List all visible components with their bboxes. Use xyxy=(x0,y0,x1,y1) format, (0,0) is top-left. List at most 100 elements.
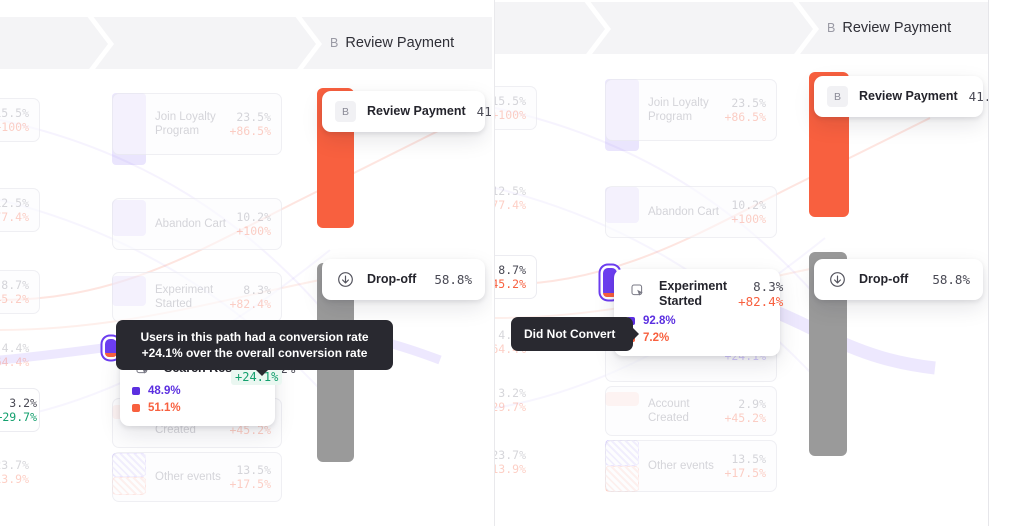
tooltip-tail-icon xyxy=(255,369,269,376)
faded-bar xyxy=(605,187,639,223)
faded-node-delta: +17.5% xyxy=(229,477,271,491)
faded-bar xyxy=(112,93,146,165)
breadcrumb-item-review-payment[interactable]: B Review Payment xyxy=(330,35,454,51)
tooltip-tail-icon xyxy=(632,327,639,341)
legend-item: 51.1% xyxy=(132,402,263,414)
breadcrumb-step-badge: B xyxy=(827,21,836,35)
faded-node-pct: 15.5% xyxy=(494,94,526,108)
faded-node-values: 15.5% +100% xyxy=(0,106,29,134)
faded-node-label: Other events xyxy=(648,460,714,472)
faded-node-card: Abandon Cart 10.2% +100% xyxy=(605,186,777,238)
popover-pct: 41.2% xyxy=(476,104,492,119)
faded-node-values: 10.2% +100% xyxy=(236,210,271,238)
legend-value: 51.1% xyxy=(148,402,181,414)
legend-value: 7.2% xyxy=(643,332,670,344)
faded-node-values: 13.5% +17.5% xyxy=(229,463,271,491)
faded-bar-hatched xyxy=(605,440,639,466)
faded-node-values: 13.5% +17.5% xyxy=(724,452,766,480)
legend-value: 92.8% xyxy=(643,315,676,327)
popover-pct: 58.8% xyxy=(434,272,472,287)
faded-node-values: 4.4% +64.4% xyxy=(0,341,29,369)
funnel-panel-right: …rt 15.5% +100% 12.5% +77.4% 8.7% +45.2% xyxy=(494,0,988,526)
faded-node-pct: 8.3% xyxy=(243,283,271,297)
faded-node-card: Other events 13.5% +17.5% xyxy=(112,452,282,502)
popover-title: Experiment Started xyxy=(659,279,728,308)
faded-node-delta: +77.4% xyxy=(0,210,29,224)
faded-node-pct: 3.2% xyxy=(498,386,526,400)
popover-review-payment[interactable]: B Review Payment 41.2% xyxy=(322,91,492,132)
faded-bar xyxy=(605,79,639,151)
faded-node-pct: 3.2% xyxy=(9,396,37,410)
popover-pct: 58.8% xyxy=(932,272,970,287)
faded-node-pct: 10.2% xyxy=(731,198,766,212)
faded-node-label: Join Loyalty Program xyxy=(155,111,216,137)
popover-drop-off[interactable]: Drop-off 58.8% xyxy=(322,259,485,300)
faded-bar xyxy=(112,276,146,306)
faded-node-delta: +45.2% xyxy=(724,411,766,425)
faded-node-values: 3.2% +29.7% xyxy=(495,386,526,414)
faded-node-pct: 10.2% xyxy=(236,210,271,224)
faded-node-values: 23.5% +86.5% xyxy=(724,96,766,124)
faded-node-card: …ge 4.4% +64.4% xyxy=(0,333,40,377)
popover-title: Drop-off xyxy=(367,272,417,286)
popover-pct: 41.2% xyxy=(968,89,988,104)
faded-node-card: Abandon Cart 10.2% +100% xyxy=(112,198,282,250)
faded-node-values: 3.2% +29.7% xyxy=(0,396,37,424)
popover-legend: 92.8% 7.2% xyxy=(627,315,767,344)
faded-node-card: Join Loyalty Program 23.5% +86.5% xyxy=(605,79,777,141)
faded-node-pct: 13.5% xyxy=(731,452,766,466)
popover-title: Review Payment xyxy=(367,104,466,118)
popover-legend: 48.9% 51.1% xyxy=(132,385,263,414)
faded-node-pct: 8.7% xyxy=(498,263,526,277)
faded-node-pct: 23.7% xyxy=(494,448,526,462)
faded-node-pct: 8.7% xyxy=(1,278,29,292)
chevron-divider-icon xyxy=(577,2,611,54)
popover-experiment-started[interactable]: Experiment Started 8.3% +82.4% 92.8% 7.2… xyxy=(614,269,783,356)
faded-node-values: 10.2% +100% xyxy=(731,198,766,226)
faded-node-values: 23.5% +86.5% xyxy=(229,110,271,138)
popover-values: 8.3% +82.4% xyxy=(738,279,783,309)
faded-node-pct: 12.5% xyxy=(0,196,29,210)
breadcrumb-step-badge: B xyxy=(330,36,339,50)
faded-node-values: 23.7% +13.9% xyxy=(0,458,29,486)
faded-node-delta: +82.4% xyxy=(229,297,271,311)
breadcrumb-right: B Review Payment xyxy=(495,2,988,54)
faded-node-values: 8.7% +45.2% xyxy=(495,263,526,291)
popover-drop-off[interactable]: Drop-off 58.8% xyxy=(814,259,983,300)
faded-node-card: Account Created 2.9% +45.2% xyxy=(605,386,777,436)
faded-node-values: 2.9% +45.2% xyxy=(724,397,766,425)
faded-node-card: Other events 13.5% +17.5% xyxy=(605,440,777,492)
popover-values: 41.2% xyxy=(477,104,492,119)
faded-bar-hatched xyxy=(112,477,146,495)
faded-node-card: …s 23.7% +13.9% xyxy=(494,440,537,484)
faded-node-values: 12.5% +77.4% xyxy=(0,196,29,224)
faded-node-card: 12.5% +77.4% xyxy=(495,176,537,220)
faded-node-pct: 2.9% xyxy=(738,397,766,411)
faded-node-delta: +77.4% xyxy=(495,198,526,212)
right-rail xyxy=(988,0,1009,526)
funnel-comparison-stage: …art 15.5% +100% 12.5% +77.4% …y 8.7% +4… xyxy=(0,0,1009,526)
popover-values: 58.8% xyxy=(434,272,472,287)
breadcrumb-item-review-payment[interactable]: B Review Payment xyxy=(827,20,951,36)
did-not-convert-tooltip: Did Not Convert xyxy=(511,317,639,351)
popover-review-payment[interactable]: B Review Payment 41.2% xyxy=(814,76,988,117)
funnel-panel-left: …art 15.5% +100% 12.5% +77.4% …y 8.7% +4… xyxy=(0,0,492,526)
faded-node-label: Abandon Cart xyxy=(648,206,719,218)
arrow-down-circle-icon xyxy=(335,269,356,290)
faded-node-delta: +13.9% xyxy=(495,462,526,476)
popover-pct: 8.3% xyxy=(753,279,784,294)
letter-badge-icon: B xyxy=(335,101,356,122)
faded-node-card: Join Loyalty Program 23.5% +86.5% xyxy=(112,93,282,155)
faded-node-label: Join Loyalty Program xyxy=(648,97,709,123)
chevron-divider-icon xyxy=(80,17,114,69)
faded-node-delta: +17.5% xyxy=(724,466,766,480)
cursor-click-icon xyxy=(627,280,648,301)
faded-bar-hatched xyxy=(112,453,146,477)
legend-value: 48.9% xyxy=(148,385,181,397)
faded-node-delta: +86.5% xyxy=(724,110,766,124)
faded-node-values: 15.5% +100% xyxy=(494,94,526,122)
chevron-divider-icon xyxy=(785,2,819,54)
faded-node-card: …lts 3.2% +29.7% xyxy=(495,378,537,422)
faded-node-delta: +100% xyxy=(0,120,29,134)
faded-node-card: 8.7% +45.2% xyxy=(495,255,537,299)
